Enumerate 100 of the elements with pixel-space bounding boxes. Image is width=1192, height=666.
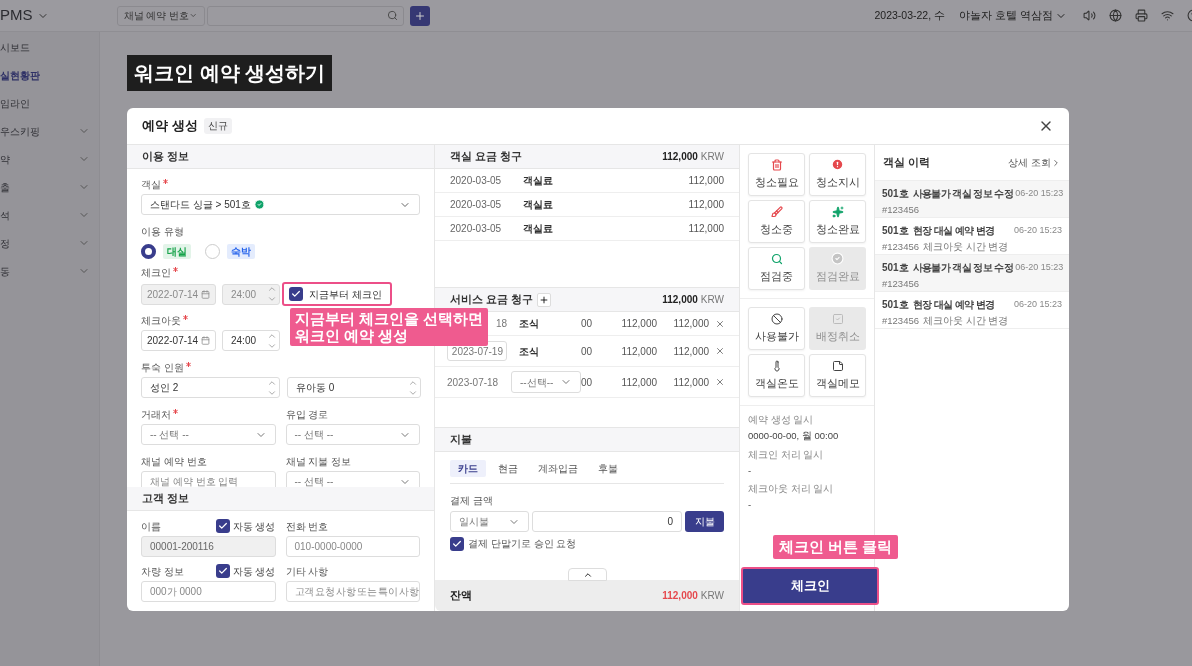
currency-label: KRW <box>700 293 724 307</box>
delete-icon[interactable] <box>715 318 725 329</box>
installment-select[interactable]: 일시불 <box>450 511 529 532</box>
memo-icon <box>831 359 844 372</box>
history-item[interactable]: 501호 사용불가 객실 정보 수정 06-20 15:23 #123456 <box>875 181 1069 218</box>
room-select[interactable]: 스탠다드 싱글 > 501호 <box>141 194 420 215</box>
hotel-select[interactable]: 야놀자 호텔 역삼점 <box>959 7 1067 24</box>
table-cell-text: 객실료 <box>523 222 553 236</box>
payment-tab[interactable]: 현금 <box>490 460 526 477</box>
table-cell-text: 00 <box>581 317 594 331</box>
history-room: 501호 <box>882 224 909 238</box>
add-service-button[interactable] <box>536 292 551 307</box>
section-title: 지불 <box>450 431 472 447</box>
guide-callout: 체크인 버튼 클릭 <box>773 535 899 559</box>
history-id: #123456 <box>882 314 919 328</box>
speaker-icon[interactable] <box>1083 9 1096 22</box>
table-cell-text: 112,000 <box>688 222 724 236</box>
note-field[interactable]: 고객 요청 사항 또는 특이 사항 <box>285 581 420 602</box>
history-id: #123456 <box>882 203 919 217</box>
history-time: 06-20 15:23 <box>1014 186 1064 200</box>
section-title: 고객 정보 <box>142 490 189 506</box>
payment-tab[interactable]: 카드 <box>450 460 486 477</box>
square-check-icon <box>831 312 844 325</box>
checkbox[interactable] <box>450 536 464 551</box>
sparkle-icon <box>831 205 844 218</box>
table-cell-text: 2020-03-05 <box>450 174 503 188</box>
balance-amount: 112,000 <box>662 589 698 603</box>
inflow-select[interactable]: -- 선택 -- <box>285 424 420 445</box>
date-field[interactable]: 2022-07-14 <box>141 330 216 351</box>
pay-button[interactable]: 지불 <box>685 511 724 532</box>
table-cell-text: 112,000 <box>620 344 657 359</box>
balance-label: 잔액 <box>450 588 472 604</box>
sidebar-item[interactable]: 시보드 <box>0 33 99 61</box>
brush-icon <box>770 205 783 218</box>
delete-icon[interactable] <box>715 377 725 387</box>
radio-button[interactable] <box>141 243 156 259</box>
sidebar-item[interactable]: 석 <box>0 201 99 229</box>
room-action-button[interactable]: 청소중 <box>748 200 805 243</box>
room-action-button[interactable]: 청소완료 <box>809 200 866 243</box>
sidebar-item[interactable]: 동 <box>0 257 99 285</box>
checkbox[interactable] <box>215 564 230 578</box>
service-select[interactable]: --선택-- <box>511 371 581 393</box>
checkin-button[interactable]: 체크인 <box>741 567 879 605</box>
table-cell-text: 112,000 <box>688 174 724 188</box>
check-icon <box>291 289 301 299</box>
sidebar-item[interactable]: 우스키핑 <box>0 117 99 145</box>
amount-field[interactable]: 0 <box>532 511 682 532</box>
time-field[interactable]: 24:00 <box>222 330 280 351</box>
globe-icon[interactable] <box>1109 9 1122 22</box>
sidebar-item[interactable]: 출 <box>0 173 99 201</box>
guide-title: 워크인 예약 생성하기 <box>127 55 333 91</box>
field-label: 차량 정보 <box>141 564 184 579</box>
history-room: 501호 <box>882 187 909 201</box>
sidebar-item[interactable]: 실현황판 <box>0 61 99 89</box>
field-label: 이용 유형 <box>141 225 184 238</box>
sidebar-item[interactable]: 약 <box>0 145 99 173</box>
total-amount: 112,000 <box>662 293 698 307</box>
ban-icon <box>770 312 783 325</box>
currency-label: KRW <box>700 589 724 603</box>
search-icon <box>770 252 783 265</box>
modal-title: 예약 생성 <box>142 117 198 136</box>
history-id: #123456 <box>882 240 919 254</box>
table-cell-text: 18 <box>495 317 507 331</box>
table-cell-text: 112,000 <box>672 317 709 331</box>
payment-tab[interactable]: 계좌입금 <box>530 460 586 477</box>
detail-link[interactable]: 상세 조회 <box>1008 155 1061 170</box>
search-field[interactable] <box>206 5 404 26</box>
payment-tab[interactable]: 후불 <box>590 460 626 477</box>
add-button[interactable] <box>409 5 430 26</box>
history-room: 501호 <box>882 298 909 312</box>
phone-field[interactable]: 010-0000-0000 <box>285 536 420 557</box>
spinner-icon <box>267 284 277 304</box>
wifi-icon[interactable] <box>1161 9 1174 22</box>
status-tag: 신규 <box>203 118 232 134</box>
history-item[interactable]: 501호 사용불가 객실 정보 수정 06-20 15:23 #123456 <box>875 255 1069 292</box>
children-field[interactable]: 유아동 0 <box>287 377 421 398</box>
car-field[interactable]: 000가 0000 <box>141 581 276 602</box>
room-action-button[interactable]: 사용불가 <box>748 307 805 350</box>
delete-icon[interactable] <box>715 346 725 356</box>
sidebar-item[interactable]: 정 <box>0 229 99 257</box>
field-label: 채널 지불 정보 <box>285 455 352 468</box>
channel-select[interactable]: 채널 예약 번호 <box>116 5 205 26</box>
room-action-button[interactable]: 청소지시 <box>809 153 866 196</box>
history-title: 객실 이력 <box>883 154 930 170</box>
field-label: 거래처 <box>141 408 171 421</box>
room-action-button[interactable]: 청소필요 <box>748 153 805 196</box>
history-id: #123456 <box>882 277 919 291</box>
checkbox-label: 결제 단말기로 승인 요청 <box>468 537 577 551</box>
adults-field[interactable]: 성인 2 <box>141 377 280 398</box>
table-cell-text: 00 <box>581 375 594 390</box>
plus-icon <box>538 294 549 305</box>
room-action-button[interactable]: 객실메모 <box>809 354 866 397</box>
partner-select[interactable]: -- 선택 -- <box>141 424 276 445</box>
sidebar-item[interactable]: 임라인 <box>0 89 99 117</box>
table-cell-text: 객실료 <box>523 174 553 188</box>
room-action-button[interactable]: 점검중 <box>748 247 805 290</box>
printer-icon[interactable] <box>1135 9 1148 22</box>
room-action-button[interactable]: 객실온도 <box>748 354 805 397</box>
currency-label: KRW <box>700 150 724 164</box>
table-cell-text: 112,000 <box>672 344 709 359</box>
